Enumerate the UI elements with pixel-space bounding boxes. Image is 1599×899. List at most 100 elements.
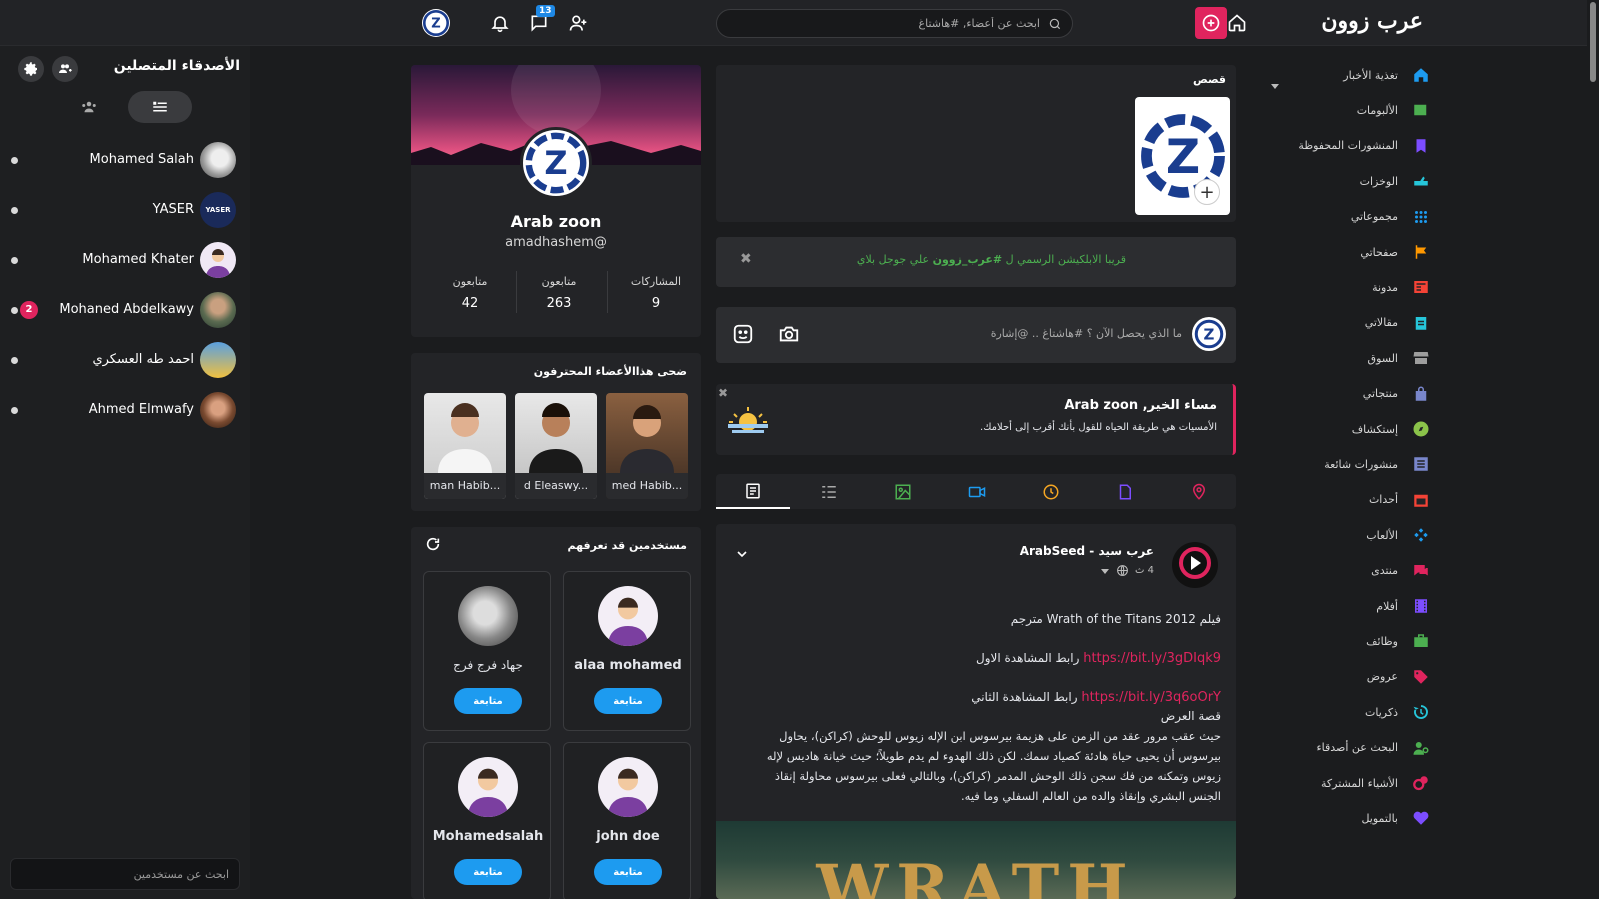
close-icon[interactable]: ✖ [718,386,728,400]
friend-row[interactable]: Mohamed Khater [0,237,250,285]
svg-text:Z: Z [431,17,440,32]
user-search[interactable] [10,858,240,890]
add-story-icon[interactable]: + [1194,179,1220,205]
history-icon [1412,703,1430,721]
featured-member[interactable]: d Eleaswy... [515,393,597,499]
featured-member[interactable]: man Habib... [424,393,506,499]
sidebar-item-label: منتدى [1371,564,1398,578]
sidebar-item-groups[interactable]: مجموعاتي [1260,202,1430,232]
sidebar-item-game[interactable]: الألعاب [1260,520,1430,550]
bookmark-icon [1412,137,1430,155]
sidebar-item-album[interactable]: الألبومات [1260,95,1430,125]
zoon-logo-icon: Z [423,10,449,36]
tab-photos[interactable] [866,474,940,509]
sidebar-item-common-things[interactable]: الأشياء المشتركة [1260,768,1430,798]
create-story-tile[interactable]: Z + [1135,97,1230,215]
follow-button[interactable]: متابعة [454,859,522,885]
search-input[interactable] [740,17,1040,30]
sidebar-item-film[interactable]: أفلام [1260,591,1430,621]
sidebar-item-funding[interactable]: بالتمويل [1260,803,1430,833]
top-search[interactable] [716,9,1073,38]
friend-row[interactable]: 2 Mohaned Abdelkawy [0,287,250,335]
tab-groups[interactable] [76,96,102,118]
stat-followers[interactable]: متابعون 263 [514,275,604,311]
profile-name[interactable]: Arab zoon [411,212,701,231]
post-author-name[interactable]: عرب سيد - ArabSeed [1020,544,1154,558]
suggested-user-name[interactable]: جهاد فرج فرج [424,658,552,672]
tab-files[interactable] [1088,474,1162,509]
follow-button[interactable]: متابعة [594,688,662,714]
avatar[interactable] [598,586,658,646]
sidebar-item-bookmark[interactable]: المنشورات المحفوظة [1260,131,1430,161]
sidebar-item-history[interactable]: ذكريات [1260,697,1430,727]
sidebar-item-calendar[interactable]: أحداث [1260,485,1430,515]
featured-member-name: d Eleaswy... [515,473,597,499]
sidebar-item-bag[interactable]: منتجاتي [1260,379,1430,409]
tab-all[interactable] [716,474,790,509]
sidebar-item-list[interactable]: منشورات شائعة [1260,449,1430,479]
suggested-user-name[interactable]: john doe [564,829,692,844]
tab-text[interactable] [792,474,866,509]
home-icon[interactable] [1226,12,1248,34]
avatar[interactable] [458,586,518,646]
sidebar-item-find-friends[interactable]: البحث عن أصدقاء [1260,733,1430,763]
suggested-user-name[interactable]: alaa mohamed [564,658,692,673]
friend-row[interactable]: احمد طه العسكري [0,337,250,385]
newsfeed-icon [746,483,760,498]
featured-member[interactable]: med Habib... [606,393,688,499]
composer-placeholder[interactable]: ما الذي يحصل الآن ؟ #هاشتاغ .. @إشارة [991,327,1182,340]
suggested-user-name[interactable]: Mohamedsalah [424,829,552,844]
user-search-input[interactable] [21,867,229,881]
tab-location[interactable] [1162,474,1236,509]
tab-friends-list[interactable] [128,91,192,123]
sidebar-item-label: أفلام [1376,599,1398,613]
sidebar-item-home[interactable]: تغذية الأخبار [1260,60,1430,90]
avatar[interactable] [458,757,518,817]
stat-posts[interactable]: المشاركات 9 [611,275,701,311]
friend-row[interactable]: Ahmed Elmwafy [0,387,250,435]
close-icon[interactable]: ✖ [740,251,752,267]
chevron-down-icon[interactable] [1270,76,1280,95]
user-avatar-menu[interactable]: Z [422,9,450,37]
post-author-avatar[interactable] [1172,542,1218,588]
announcement-hashtag[interactable]: #عرب_زوون [933,253,1003,266]
page-scrollbar[interactable] [1587,0,1599,899]
sidebar-item-briefcase[interactable]: وظائف [1260,626,1430,656]
post-composer[interactable]: Z ما الذي يحصل الآن ؟ #هاشتاغ .. @إشارة [716,307,1236,363]
refresh-icon[interactable] [425,536,441,556]
sidebar-item-tag[interactable]: عروض [1260,662,1430,692]
sidebar-item-blog[interactable]: مدونة [1260,272,1430,302]
sidebar-item-label: السوق [1367,351,1398,365]
stat-following[interactable]: متابعون 42 [425,275,515,311]
post-options-chevron-icon[interactable] [734,546,750,566]
sidebar-item-poke[interactable]: الوخزات [1260,166,1430,196]
chat-settings-button[interactable] [18,56,44,82]
follow-button[interactable]: متابعة [454,688,522,714]
sidebar-item-label: منشورات شائعة [1324,457,1398,471]
post-time[interactable]: 4 ث [1135,565,1154,576]
zoon-logo-icon: Z [525,132,587,194]
feeling-icon[interactable] [732,323,754,349]
profile-avatar[interactable]: Z [520,127,592,199]
follow-button[interactable]: متابعة [594,859,662,885]
sidebar-item-clipboard[interactable]: مقالاتي [1260,308,1430,338]
camera-icon[interactable] [778,323,800,349]
post-link[interactable]: https://bit.ly/3gDIqk9 [1083,651,1221,666]
friend-row[interactable]: YASER YASER [0,187,250,235]
site-logo[interactable]: عرب زوون [1318,8,1423,34]
post-image[interactable]: WRATH [716,821,1236,899]
add-friend-button[interactable] [52,56,78,82]
notifications-icon[interactable] [488,11,512,35]
create-post-button[interactable] [1195,7,1227,39]
friend-requests-icon[interactable] [566,11,590,35]
post-link[interactable]: https://bit.ly/3q6oOrY [1081,690,1221,705]
sidebar-item-store[interactable]: السوق [1260,343,1430,373]
sidebar-item-forum[interactable]: منتدى [1260,556,1430,586]
tab-audio[interactable] [1014,474,1088,509]
avatar[interactable] [598,757,658,817]
sidebar-item-compass[interactable]: إستكشاف [1260,414,1430,444]
sidebar-item-flag[interactable]: صفحاتي [1260,237,1430,267]
friend-row[interactable]: Mohamed Salah [0,137,250,185]
scrollbar-thumb[interactable] [1590,2,1596,82]
tab-videos[interactable] [940,474,1014,509]
